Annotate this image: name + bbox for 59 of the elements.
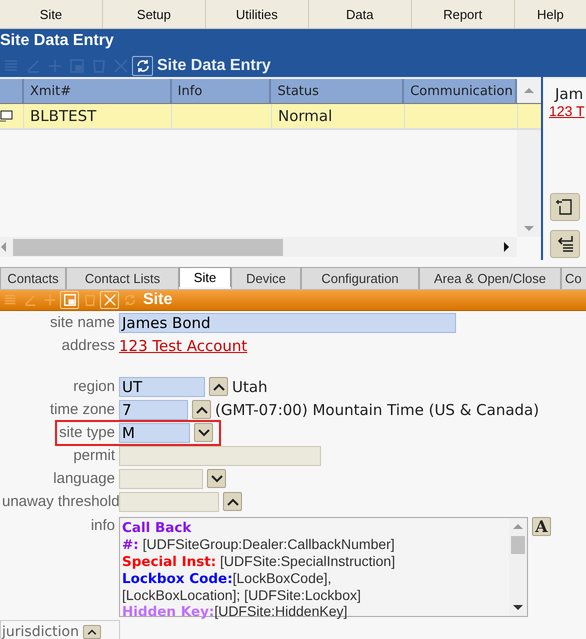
input-field[interactable]: M	[119, 422, 190, 442]
tab[interactable]: Area & Open/Close	[419, 267, 561, 289]
vertical-scrollbar[interactable]	[509, 518, 527, 616]
field-label: region	[72, 378, 115, 395]
field-label: permit	[72, 447, 115, 464]
input-field[interactable]: 7	[119, 400, 188, 420]
field-description: (GMT-07:00) Mountain Time (US & Canada)	[215, 400, 540, 418]
input-field[interactable]: James Bond	[119, 312, 456, 332]
tab[interactable]: Site	[179, 267, 231, 287]
caret-down-icon[interactable]	[194, 423, 213, 442]
info-line: [LockBoxLocation]; [UDFSite:Lockbox]	[122, 587, 362, 603]
return-list-icon[interactable]	[550, 230, 580, 258]
table-cell: BLBTEST	[30, 107, 96, 125]
tab[interactable]: Contact Lists	[66, 267, 179, 289]
info-line: Call Back	[122, 519, 192, 536]
panel-title: Site	[143, 291, 172, 309]
refresh-icon[interactable]	[132, 56, 153, 76]
tab[interactable]: Contacts	[0, 267, 66, 289]
horizontal-scrollbar[interactable]	[0, 237, 517, 257]
cancel-icon[interactable]	[100, 291, 119, 309]
field-label: address	[60, 337, 115, 354]
field-label: time zone	[48, 401, 115, 418]
caret-up-icon[interactable]	[192, 400, 211, 419]
menu-item[interactable]: Help	[514, 0, 586, 28]
note-icon	[0, 110, 13, 122]
field-label: site name	[48, 314, 115, 331]
menu-item[interactable]: Data	[308, 0, 412, 28]
tab[interactable]: Device	[231, 267, 301, 289]
site-name-text: Jam	[555, 85, 584, 103]
table-row[interactable]: BLBTEST Normal	[0, 104, 541, 130]
field-description: Utah	[232, 378, 268, 396]
caret-up-icon[interactable]	[83, 624, 101, 638]
font-button[interactable]: A	[532, 517, 551, 536]
info-line: Special Inst: [UDFSite:SpecialInstruction]	[122, 553, 396, 570]
address-link[interactable]: 123 Test Account	[119, 336, 248, 354]
input-field[interactable]: UT	[119, 376, 205, 396]
menu-item[interactable]: Setup	[102, 0, 206, 28]
window-title: Site Data Entry	[0, 29, 586, 53]
info-text-area[interactable]: Call Back #: [UDFSiteGroup:Dealer:CallbackNumber] Special Inst: [UDFSite:SpecialInstruction] Lockbox Code:[LockBoxCode], [LockBoxLocation]; [UDFSite:Lockbox] Hidden Key:[UDFSite:HiddenKey]	[119, 517, 528, 617]
field-label: language	[52, 470, 115, 487]
panel-title: Site Data Entry	[157, 57, 271, 75]
menu-item[interactable]: Utilities	[206, 0, 309, 28]
field-label: site type	[58, 424, 115, 441]
caret-up-icon[interactable]	[209, 377, 228, 396]
info-line: #: [UDFSiteGroup:Dealer:CallbackNumber]	[122, 536, 396, 553]
scroll-down-icon[interactable]	[517, 130, 541, 237]
info-line: Lockbox Code:[LockBoxCode],	[122, 570, 332, 587]
field-label: jurisdiction	[2, 624, 79, 639]
field-label: info	[90, 517, 115, 534]
info-line: Hidden Key:[UDFSite:HiddenKey]	[122, 603, 348, 620]
menu-item[interactable]: Site	[0, 0, 103, 28]
tab[interactable]: Co	[561, 267, 586, 289]
tab[interactable]: Configuration	[301, 267, 419, 289]
save-icon[interactable]	[60, 291, 79, 309]
document-icon[interactable]	[550, 193, 580, 221]
address-link[interactable]: 123 T	[549, 103, 585, 119]
scroll-up-icon[interactable]	[517, 79, 541, 103]
table-cell: Normal	[278, 107, 332, 125]
menu-item[interactable]: Report	[412, 0, 515, 28]
